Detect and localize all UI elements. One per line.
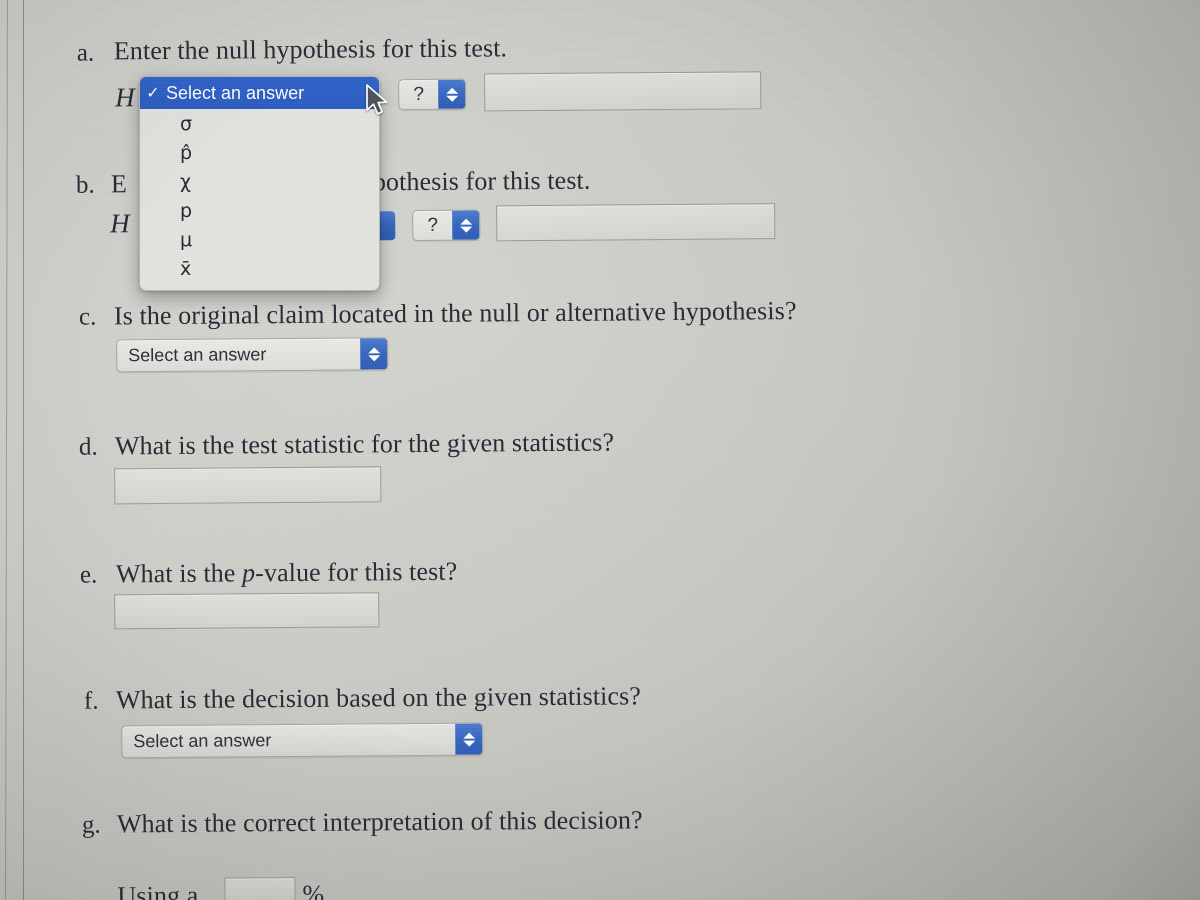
question-d-prompt: What is the test statistic for the given…	[114, 427, 615, 461]
question-a-hypothesis-symbol: H	[115, 82, 135, 113]
question-b-hypothesis-symbol: H	[110, 208, 130, 239]
dropdown-option-x-bar[interactable]: ✓ x̄	[140, 254, 379, 283]
question-f-letter: f.	[83, 687, 99, 715]
question-f-select-value: Select an answer	[133, 730, 272, 752]
dropdown-option-label: σ	[180, 112, 193, 135]
question-f-prompt: What is the decision based on the given …	[115, 681, 642, 715]
chevron-down-icon	[367, 354, 380, 361]
question-f-select-stepper-icon[interactable]	[455, 723, 483, 755]
question-c-answer-select[interactable]: Select an answer	[116, 337, 389, 373]
question-a-prompt: Enter the null hypothesis for this test.	[113, 33, 508, 66]
dropdown-option-p-hat[interactable]: ✓ p̂	[140, 138, 379, 167]
dropdown-option-label: Select an answer	[166, 82, 305, 103]
chevron-up-icon	[367, 346, 380, 353]
question-b-answer-input[interactable]	[496, 203, 776, 242]
question-b-prompt-visible-right: pothesis for this test.	[372, 165, 591, 197]
question-b-letter: b.	[75, 171, 95, 199]
photographed-screen-background: a. Enter the null hypothesis for this te…	[0, 0, 1200, 900]
question-c-select-value: Select an answer	[128, 344, 267, 366]
question-d-answer-input[interactable]	[114, 466, 382, 505]
checkmark-icon-placeholder: ✓	[140, 230, 166, 250]
dropdown-option-label: x̄	[180, 257, 192, 280]
chevron-down-icon	[459, 226, 472, 233]
dropdown-option-label: p	[180, 199, 193, 222]
question-a-answer-input[interactable]	[484, 71, 762, 112]
question-e-prompt-part2: -value for this test?	[255, 556, 458, 588]
question-a-comparator-stepper-icon[interactable]	[438, 79, 466, 109]
question-c-select-stepper-icon[interactable]	[360, 338, 388, 370]
dropdown-option-chi[interactable]: ✓ χ	[140, 167, 379, 196]
question-a-comparator-select[interactable]: ?	[398, 78, 467, 111]
checkmark-icon-placeholder: ✓	[140, 143, 166, 163]
checkmark-icon: ✓	[146, 85, 160, 102]
question-b-prompt-visible-left: E	[110, 169, 127, 199]
checkmark-icon-placeholder: ✓	[140, 201, 166, 221]
checkmark-icon-placeholder: ✓	[140, 259, 166, 279]
dropdown-option-mu[interactable]: ✓ μ	[140, 225, 379, 254]
chevron-up-icon	[445, 87, 458, 94]
question-e-prompt: What is the p-value for this test?	[115, 556, 458, 589]
dropdown-option-select-an-answer[interactable]: ✓ Select an answer	[140, 77, 379, 109]
question-g-trailing-text-right: %	[302, 880, 325, 900]
question-b-comparator-stepper-icon[interactable]	[452, 210, 480, 240]
question-g-trailing-text-left: Using a	[117, 881, 199, 900]
question-e-prompt-italic-p: p	[241, 558, 256, 588]
question-e-prompt-part1: What is the	[115, 558, 243, 589]
question-a-help-label: ?	[413, 83, 425, 105]
dropdown-option-label: μ	[180, 228, 193, 251]
dropdown-option-sigma[interactable]: ✓ σ	[140, 109, 379, 138]
question-f-answer-select[interactable]: Select an answer	[121, 722, 484, 759]
question-e-answer-input[interactable]	[114, 592, 380, 630]
question-e-letter: e.	[79, 561, 98, 589]
question-g-letter: g.	[81, 811, 101, 839]
checkmark-icon-placeholder: ✓	[140, 114, 166, 134]
question-c-prompt: Is the original claim located in the nul…	[113, 296, 797, 331]
dropdown-option-label: χ	[180, 170, 191, 193]
checkmark-icon-placeholder: ✓	[140, 172, 166, 192]
parameter-dropdown-menu[interactable]: ✓ Select an answer ✓ σ ✓ p̂ ✓ χ ✓ p ✓ μ …	[139, 76, 380, 291]
question-d-letter: d.	[78, 433, 98, 461]
question-c-letter: c.	[78, 303, 97, 331]
dropdown-option-label: p̂	[180, 141, 193, 164]
question-b-help-label: ?	[427, 214, 439, 236]
chevron-up-icon	[462, 732, 475, 739]
question-b-comparator-select[interactable]: ?	[412, 209, 481, 242]
chevron-down-icon	[462, 740, 475, 747]
question-g-confidence-input[interactable]	[224, 876, 296, 900]
question-g-prompt: What is the correct interpretation of th…	[116, 805, 643, 839]
chevron-down-icon	[445, 95, 458, 102]
question-a-letter: a.	[76, 39, 95, 67]
chevron-up-icon	[459, 218, 472, 225]
dropdown-option-p[interactable]: ✓ p	[140, 196, 379, 225]
